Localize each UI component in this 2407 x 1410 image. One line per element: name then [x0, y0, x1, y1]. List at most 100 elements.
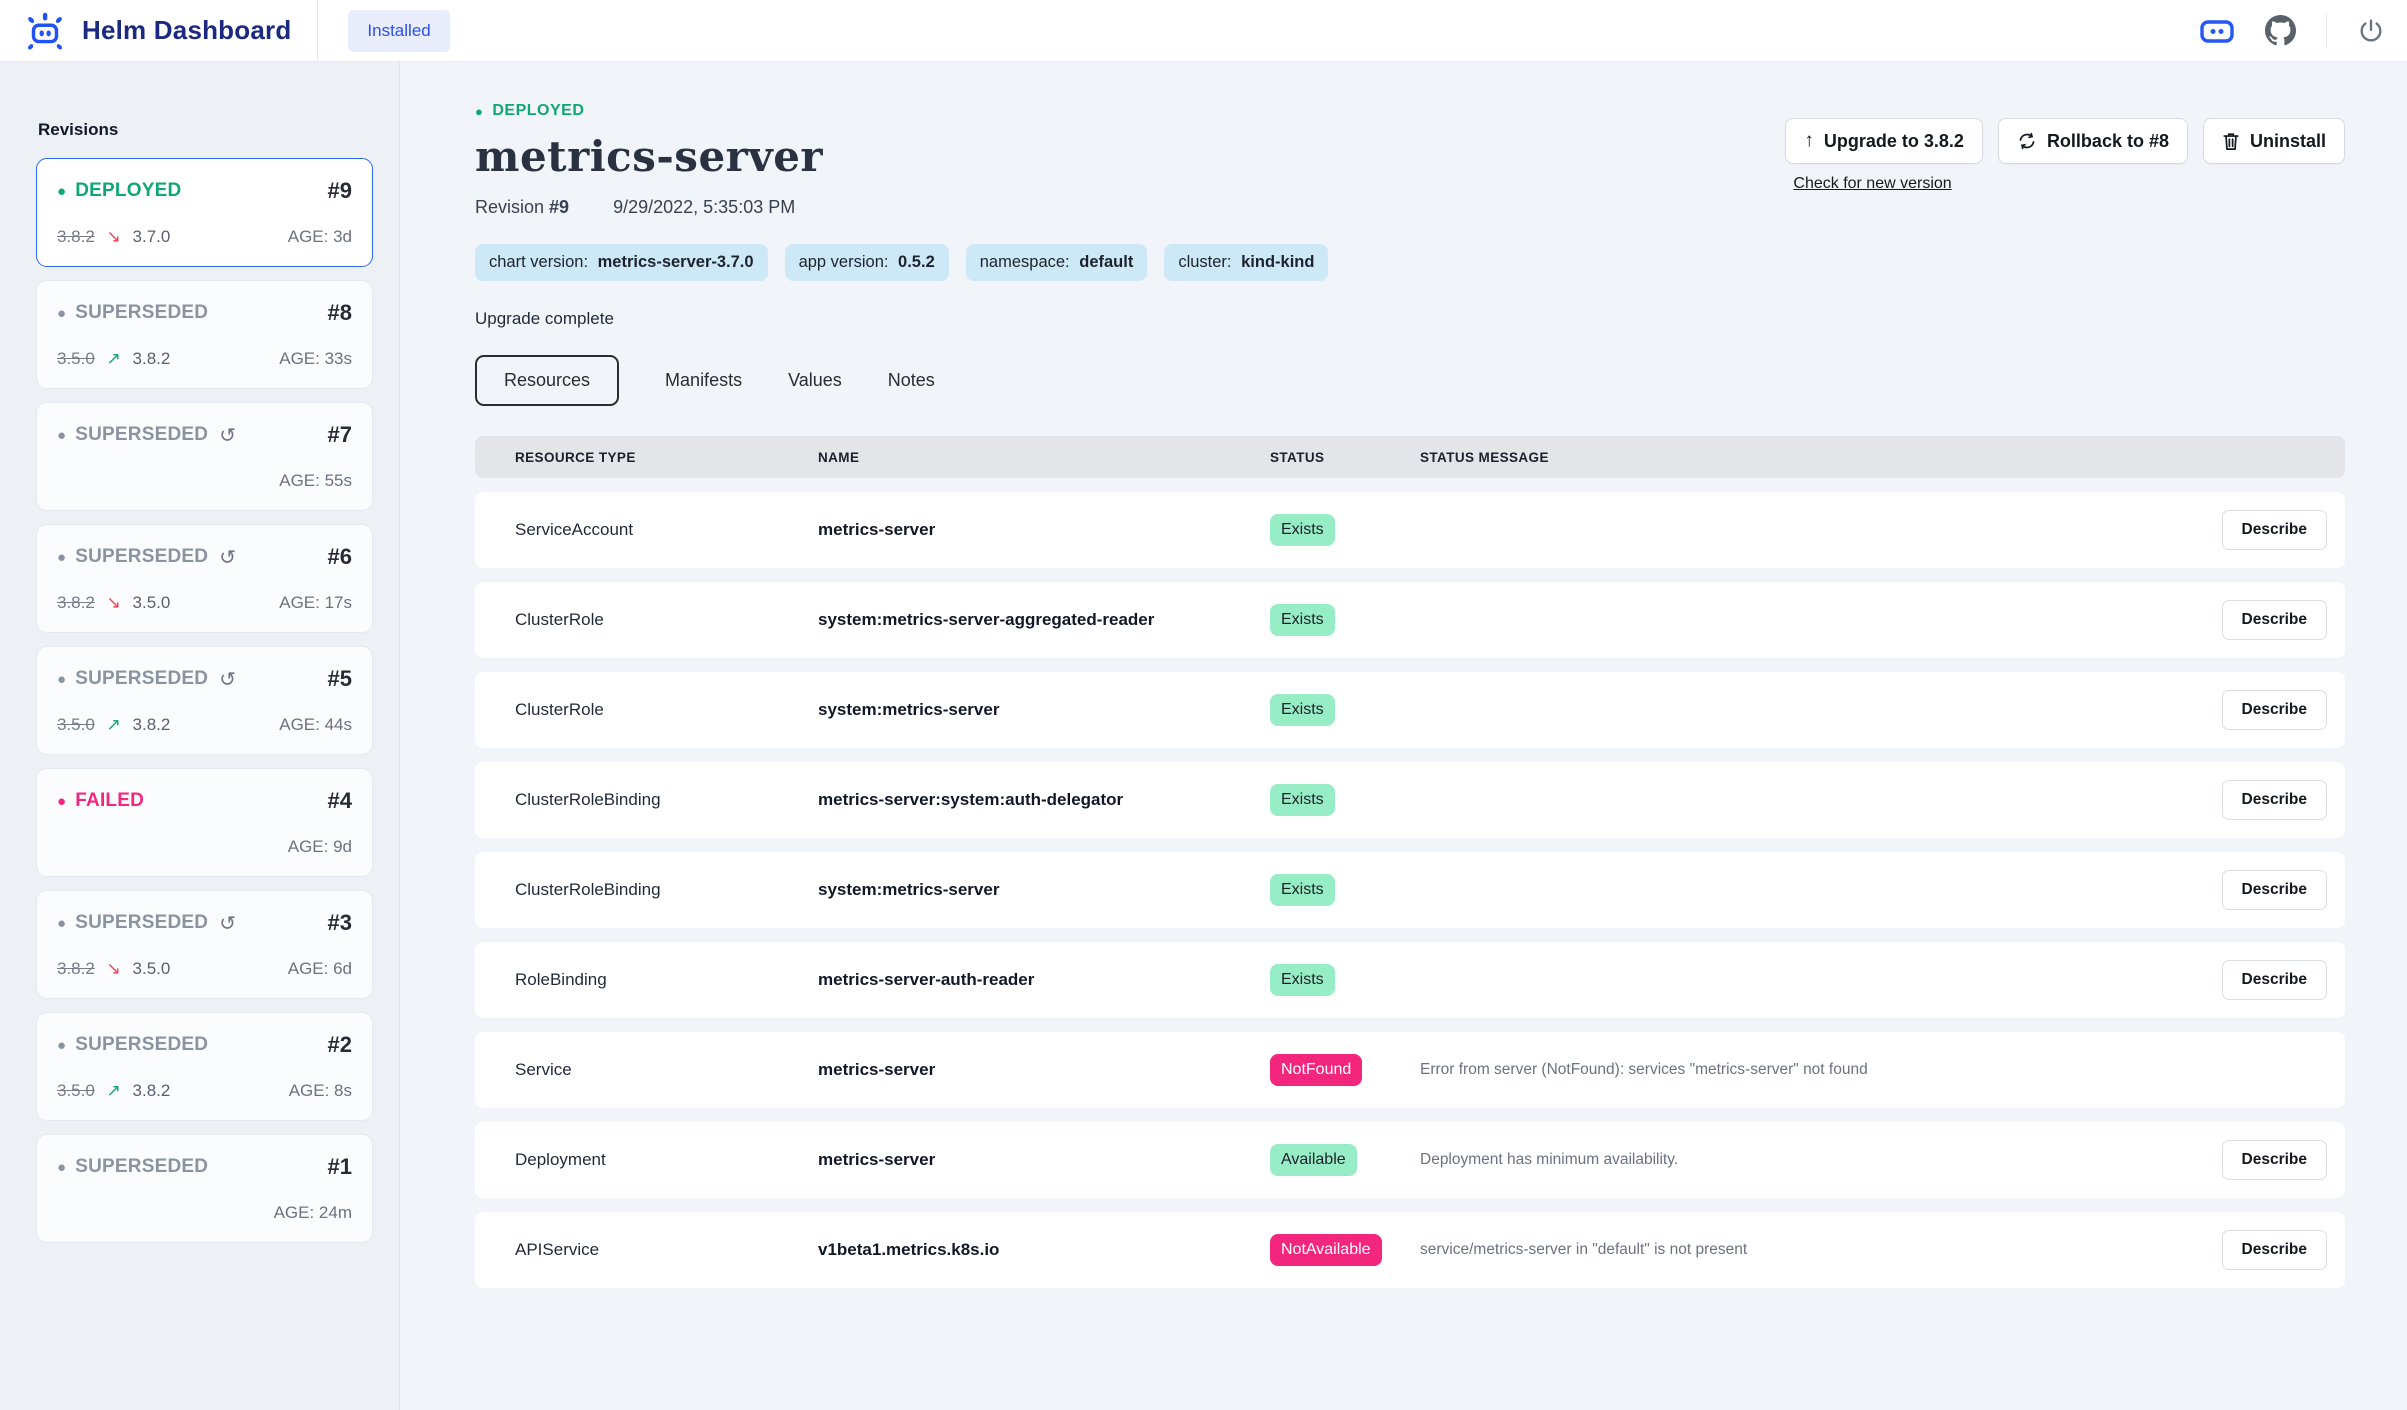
rollback-button[interactable]: Rollback to #8: [1998, 118, 2188, 164]
revision-card[interactable]: ● SUPERSEDED #8 3.5.0 ↗ 3.8.2 AGE: 33s: [36, 280, 373, 389]
old-version: 3.8.2: [57, 959, 95, 978]
status-chip: Available: [1270, 1144, 1357, 1176]
old-version: 3.8.2: [57, 593, 95, 612]
revision-status-label: ● SUPERSEDED: [57, 302, 208, 324]
new-version: 3.5.0: [133, 959, 171, 978]
release-info-badge: app version: 0.5.2: [785, 244, 949, 281]
tab-notes[interactable]: Notes: [888, 357, 935, 404]
revision-card[interactable]: ● SUPERSEDED ↺ #3 3.8.2 ↘ 3.5.0 AGE: 6d: [36, 890, 373, 999]
resource-type: ServiceAccount: [515, 520, 818, 540]
revision-card[interactable]: ● SUPERSEDED ↺ #5 3.5.0 ↗ 3.8.2 AGE: 44s: [36, 646, 373, 755]
power-icon[interactable]: [2357, 17, 2385, 45]
release-actions: ↑ Upgrade to 3.8.2: [1785, 118, 2345, 193]
revision-number: #7: [328, 422, 352, 448]
old-version: 3.5.0: [57, 715, 95, 734]
revision-card[interactable]: ● SUPERSEDED #1 AGE: 24m: [36, 1134, 373, 1243]
upgrade-button[interactable]: ↑ Upgrade to 3.8.2: [1785, 118, 1983, 164]
helm-dashboard-app: Helm Dashboard Installed: [0, 0, 2407, 1410]
table-row: ClusterRole system:metrics-server Exists…: [475, 672, 2345, 748]
github-icon[interactable]: [2265, 15, 2296, 46]
status-dot-icon: ●: [57, 1159, 66, 1176]
revision-card[interactable]: ● SUPERSEDED ↺ #6 3.8.2 ↘ 3.5.0 AGE: 17s: [36, 524, 373, 633]
revision-number: #4: [328, 788, 352, 814]
revision-number: #2: [328, 1032, 352, 1058]
revision-number: #5: [328, 666, 352, 692]
revision-age: AGE: 24m: [274, 1203, 352, 1223]
release-tabs: Resources Manifests Values Notes: [475, 355, 2345, 406]
resource-type: ClusterRole: [515, 610, 818, 630]
revision-card[interactable]: ● SUPERSEDED ↺ #7 AGE: 55s: [36, 402, 373, 511]
describe-button[interactable]: Describe: [2222, 690, 2327, 730]
describe-button[interactable]: Describe: [2222, 1140, 2327, 1180]
version-trend-icon: ↗: [107, 349, 121, 368]
resource-name: metrics-server: [818, 1150, 1270, 1170]
revision-number: #6: [328, 544, 352, 570]
revision-card[interactable]: ● SUPERSEDED #2 3.5.0 ↗ 3.8.2 AGE: 8s: [36, 1012, 373, 1121]
status-dot-icon: ●: [57, 549, 66, 566]
new-version: 3.7.0: [133, 227, 171, 246]
table-row: ClusterRole system:metrics-server-aggreg…: [475, 582, 2345, 658]
status-chip: Exists: [1270, 514, 1335, 546]
resource-name: metrics-server: [818, 520, 1270, 540]
table-row: ClusterRoleBinding metrics-server:system…: [475, 762, 2345, 838]
old-version: 3.5.0: [57, 1081, 95, 1100]
status-message: Error from server (NotFound): services "…: [1420, 1061, 2197, 1079]
table-row: RoleBinding metrics-server-auth-reader E…: [475, 942, 2345, 1018]
revision-card[interactable]: ● DEPLOYED #9 3.8.2 ↘ 3.7.0 AGE: 3d: [36, 158, 373, 267]
brand-home-link[interactable]: Helm Dashboard: [22, 9, 291, 53]
revision-age: AGE: 33s: [279, 349, 352, 369]
tab-manifests[interactable]: Manifests: [665, 357, 742, 404]
describe-button[interactable]: Describe: [2222, 600, 2327, 640]
version-change: 3.8.2 ↘ 3.7.0: [57, 227, 170, 247]
version-change: 3.8.2 ↘ 3.5.0: [57, 959, 170, 979]
table-body: ServiceAccount metrics-server Exists Des…: [475, 492, 2345, 1288]
old-version: 3.8.2: [57, 227, 95, 246]
version-change: 3.8.2 ↘ 3.5.0: [57, 593, 170, 613]
tab-resources[interactable]: Resources: [475, 355, 619, 406]
revision-status-label: ● FAILED: [57, 790, 144, 812]
resource-type: Service: [515, 1060, 818, 1080]
nav-tab-installed[interactable]: Installed: [348, 10, 449, 52]
revisions-heading: Revisions: [38, 120, 373, 140]
version-trend-icon: ↘: [107, 959, 121, 978]
uninstall-button[interactable]: Uninstall: [2203, 118, 2345, 164]
release-header: ● DEPLOYED metrics-server Revision #9 9/…: [475, 102, 823, 218]
revision-number: #3: [328, 910, 352, 936]
tab-values[interactable]: Values: [788, 357, 842, 404]
describe-button[interactable]: Describe: [2222, 960, 2327, 1000]
resource-name: metrics-server: [818, 1060, 1270, 1080]
resources-table: RESOURCE TYPE NAME STATUS STATUS MESSAGE…: [475, 436, 2345, 1288]
status-chip: Exists: [1270, 604, 1335, 636]
revision-status-label: ● DEPLOYED: [57, 180, 181, 202]
resource-type: ClusterRoleBinding: [515, 790, 818, 810]
describe-button[interactable]: Describe: [2222, 870, 2327, 910]
new-version: 3.5.0: [133, 593, 171, 612]
table-row: APIService v1beta1.metrics.k8s.io NotAva…: [475, 1212, 2345, 1288]
version-trend-icon: ↗: [107, 1081, 121, 1100]
revision-age: AGE: 6d: [288, 959, 352, 979]
release-info-badge: chart version: metrics-server-3.7.0: [475, 244, 768, 281]
status-dot-icon: ●: [57, 1037, 66, 1054]
rollback-icon: [2017, 131, 2037, 151]
status-dot-icon: ●: [57, 915, 66, 932]
revision-card[interactable]: ● FAILED #4 AGE: 9d: [36, 768, 373, 877]
old-version: 3.5.0: [57, 349, 95, 368]
table-row: Service metrics-server NotFound Error fr…: [475, 1032, 2345, 1108]
release-badges: chart version: metrics-server-3.7.0 app …: [475, 244, 2345, 281]
col-status: STATUS: [1270, 450, 1420, 465]
header-icons-divider: [2326, 14, 2327, 48]
version-change: 3.5.0 ↗ 3.8.2: [57, 715, 170, 735]
col-status-message: STATUS MESSAGE: [1420, 450, 2197, 465]
check-new-version-link[interactable]: Check for new version: [1793, 175, 1951, 193]
new-version: 3.8.2: [133, 1081, 171, 1100]
describe-button[interactable]: Describe: [2222, 1230, 2327, 1270]
table-row: Deployment metrics-server Available Depl…: [475, 1122, 2345, 1198]
status-dot-icon: ●: [57, 427, 66, 444]
revision-age: AGE: 8s: [289, 1081, 352, 1101]
reconfigure-icon: ↺: [219, 545, 236, 570]
revision-status-label: ● SUPERSEDED ↺: [57, 911, 236, 936]
describe-button[interactable]: Describe: [2222, 780, 2327, 820]
describe-button[interactable]: Describe: [2222, 510, 2327, 550]
keyboard-shortcuts-icon[interactable]: [2199, 17, 2235, 45]
status-chip: Exists: [1270, 874, 1335, 906]
